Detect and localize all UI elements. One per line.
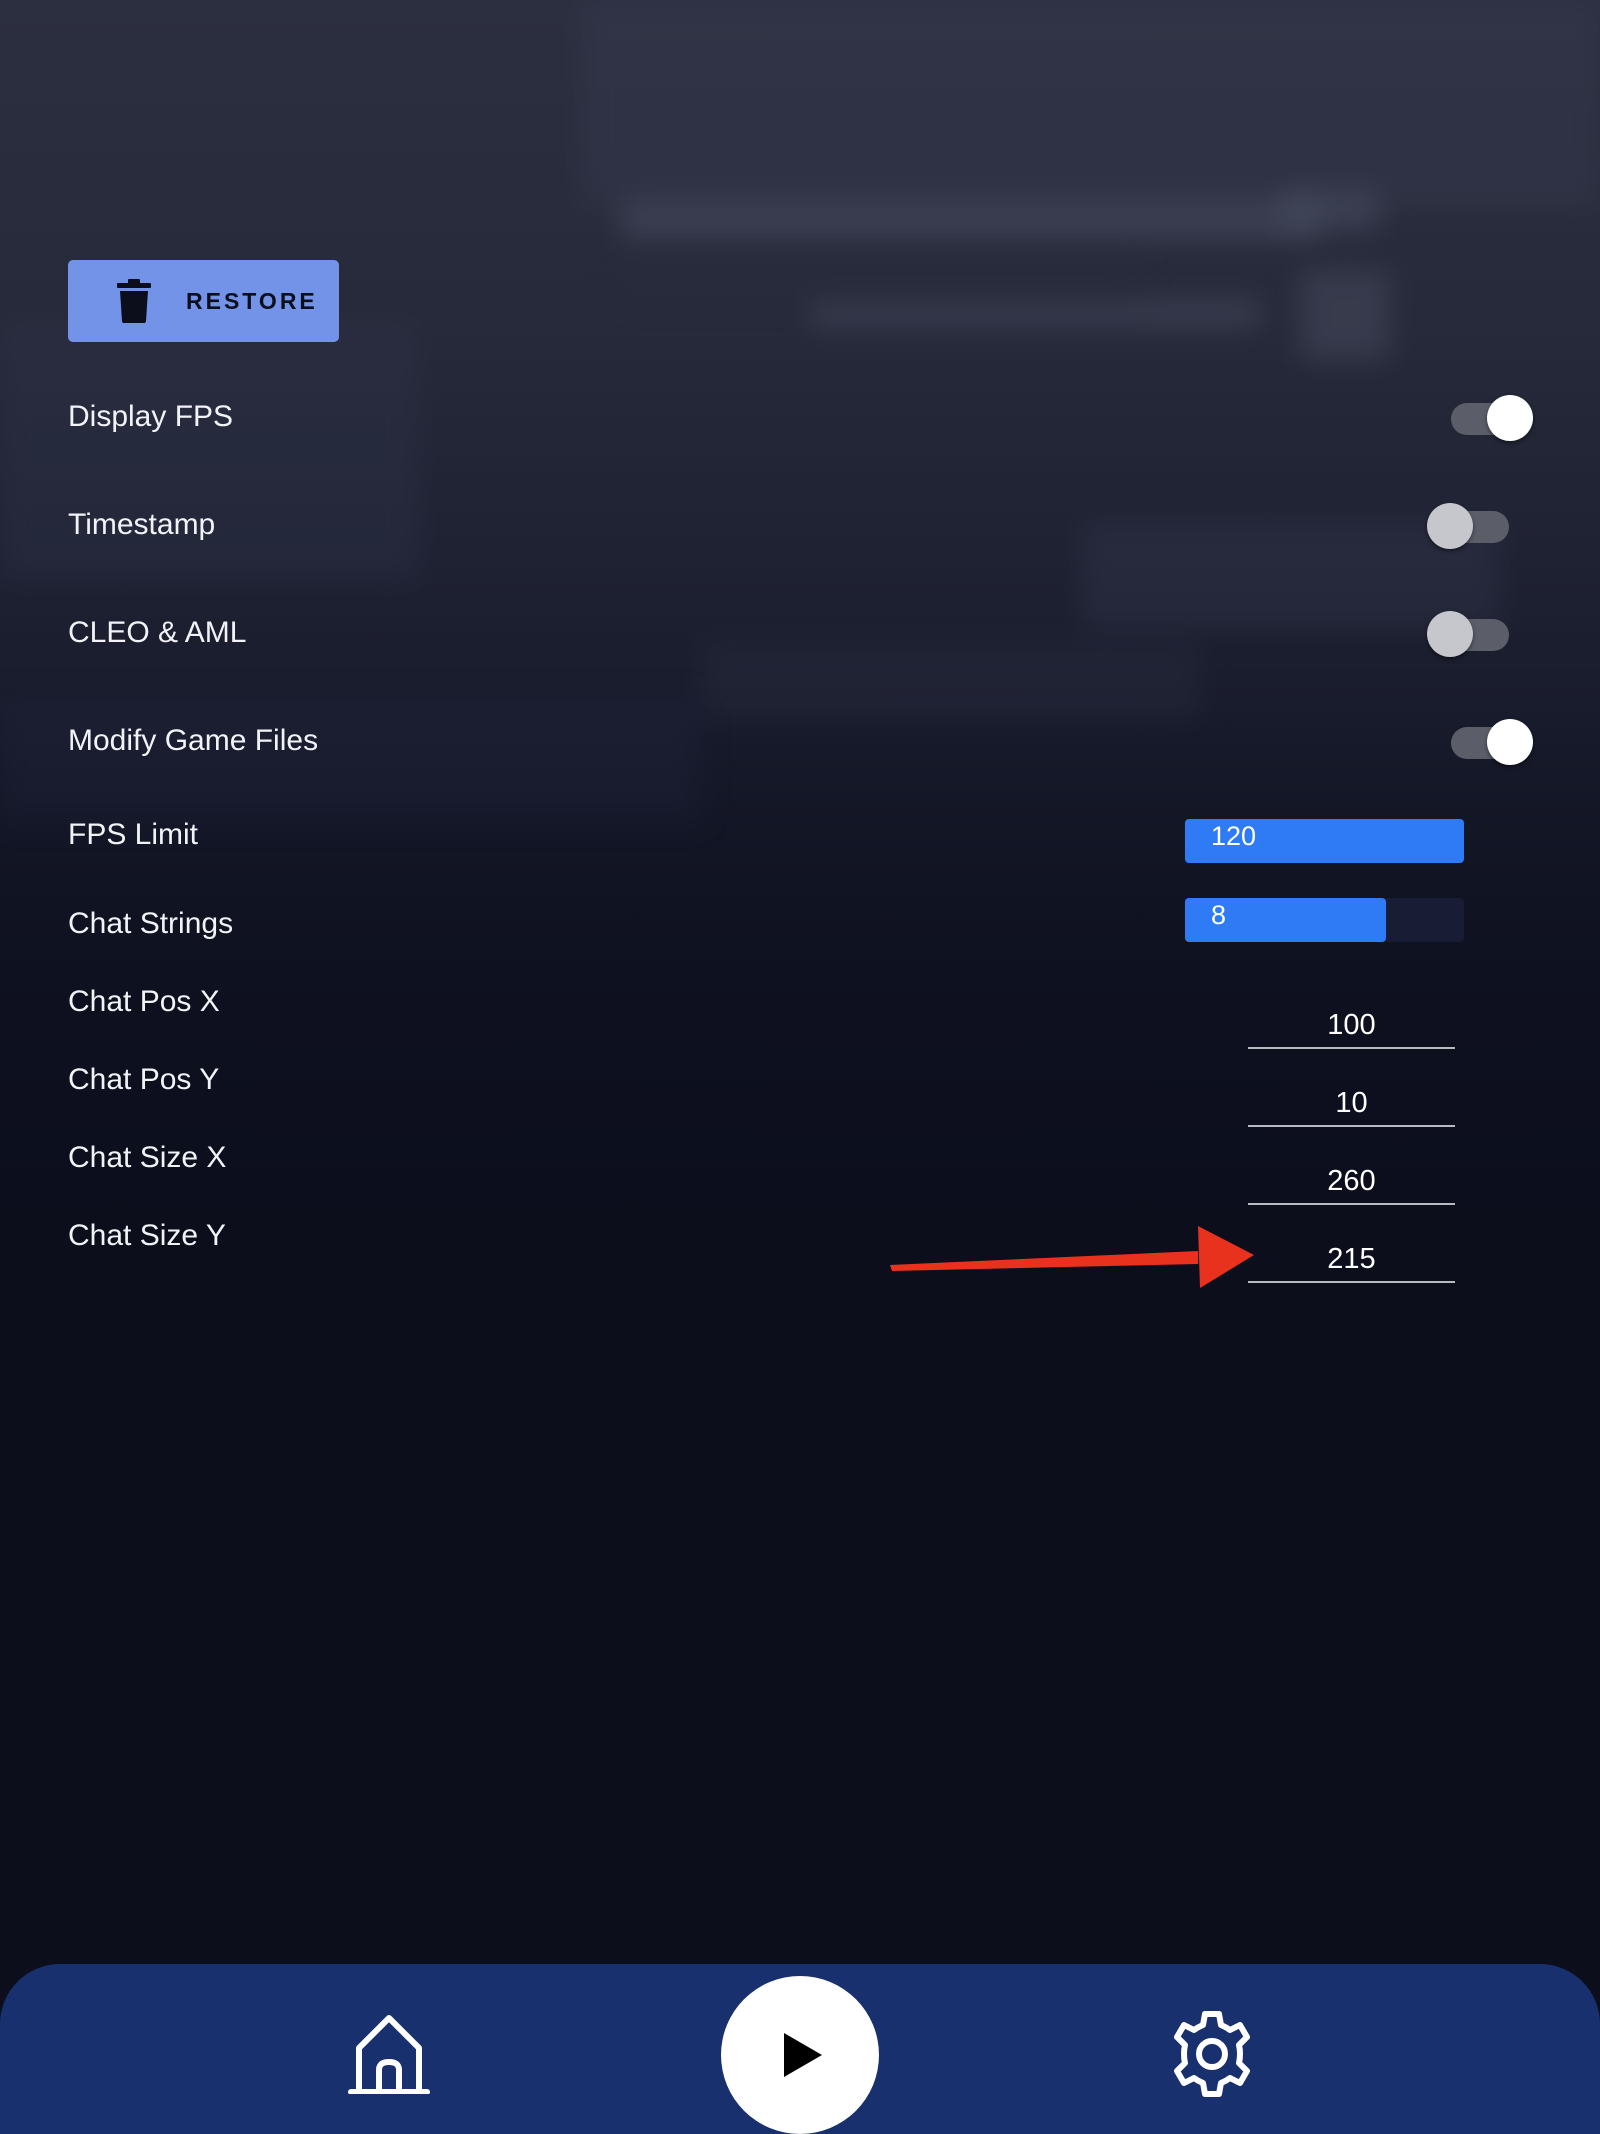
play-button[interactable] [721,1976,879,2134]
chat-pos-x-label: Chat Pos X [68,985,220,1018]
restore-button[interactable]: RESTORE [68,260,339,342]
fps-limit-slider[interactable]: 120 [1185,819,1464,863]
play-icon [784,2033,822,2077]
chat-pos-y-input[interactable]: 10 [1248,1081,1455,1127]
fps-limit-value: 120 [1211,821,1257,851]
chat-pos-x-input[interactable]: 100 [1248,1003,1455,1049]
toggle-knob [1487,395,1533,441]
chat-size-y-input[interactable]: 215 [1248,1237,1455,1283]
fps-limit-label: FPS Limit [68,818,199,851]
toggle-knob [1427,503,1473,549]
chat-strings-value: 8 [1211,900,1227,930]
chat-size-y-label: Chat Size Y [68,1219,226,1252]
timestamp-label: Timestamp [68,508,216,541]
chat-strings-slider[interactable]: 8 [1185,898,1464,942]
annotation-arrow [890,1226,1254,1288]
restore-button-label: RESTORE [186,287,318,314]
timestamp-toggle[interactable] [1427,503,1509,549]
modify-game-files-label: Modify Game Files [68,724,319,757]
display-fps-label: Display FPS [68,400,234,433]
chat-pos-y-label: Chat Pos Y [68,1063,220,1096]
display-fps-toggle[interactable] [1451,395,1533,441]
chat-size-x-label: Chat Size X [68,1141,227,1174]
toggle-knob [1487,719,1533,765]
cleo-aml-label: CLEO & AML [68,616,247,649]
home-icon[interactable] [345,2012,433,2095]
trash-icon [112,279,156,323]
cleo-aml-toggle[interactable] [1427,611,1509,657]
modify-game-files-toggle[interactable] [1451,719,1533,765]
toggle-knob [1427,611,1473,657]
chat-strings-label: Chat Strings [68,907,234,940]
gear-icon[interactable] [1166,2008,1258,2100]
chat-size-x-input[interactable]: 260 [1248,1159,1455,1205]
